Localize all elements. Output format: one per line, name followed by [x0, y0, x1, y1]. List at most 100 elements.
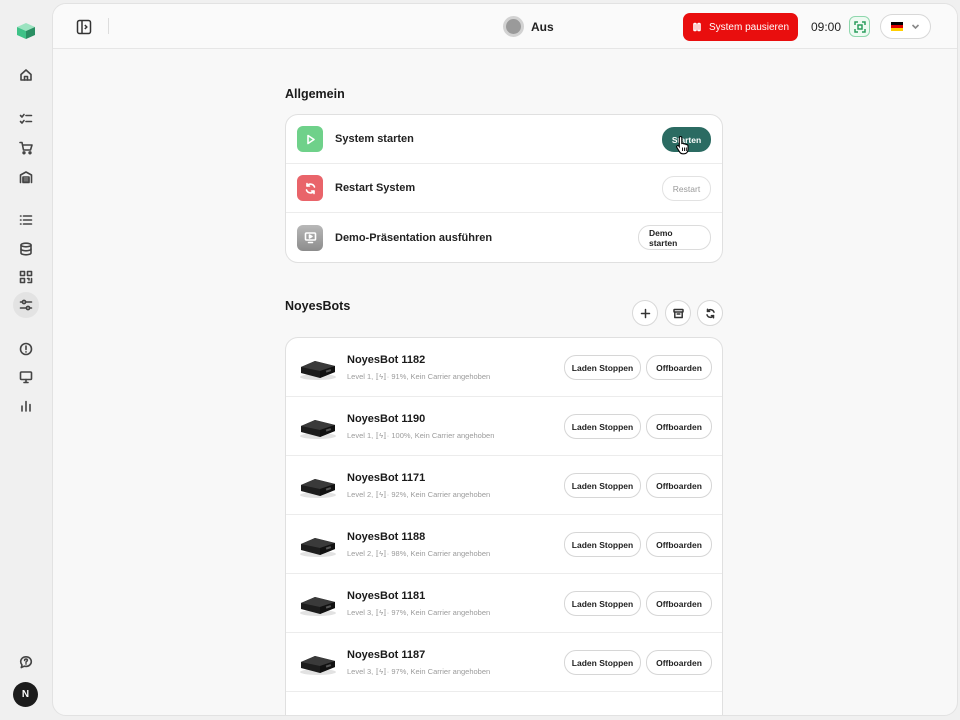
general-row-demo: Demo-Präsentation ausführen Demo starten: [286, 213, 722, 262]
offboard-button[interactable]: Offboarden: [646, 650, 712, 675]
robot-image: [300, 420, 336, 439]
avatar[interactable]: N: [13, 682, 38, 707]
refresh-icon: [705, 308, 715, 318]
offboard-button[interactable]: Offboarden: [646, 355, 712, 380]
bot-level: Level 2,: [347, 490, 374, 499]
general-row-label: System starten: [335, 133, 414, 145]
bot-status: Level 2, ⟦ϟ⟧· 98%, Kein Carrier angehobe…: [347, 549, 490, 558]
system-status: Aus: [503, 16, 554, 37]
bot-status: Level 1, ⟦ϟ⟧· 100%, Kein Carrier angehob…: [347, 431, 494, 440]
general-row-start: System starten Starten: [286, 115, 722, 164]
database-icon: [20, 242, 32, 256]
bot-name: NoyesBot 1187: [347, 649, 426, 661]
offboard-button[interactable]: Offboarden: [646, 414, 712, 439]
general-card: System starten Starten Restart System Re…: [285, 114, 723, 263]
bot-level: Level 3,: [347, 667, 374, 676]
monitor-icon: [19, 371, 33, 384]
nav-tasks[interactable]: [13, 106, 39, 132]
battery-icon: ⟦ϟ⟧·: [375, 431, 390, 440]
bot-name: NoyesBot 1171: [347, 472, 426, 484]
divider: [108, 18, 109, 34]
stop-charging-button[interactable]: Laden Stoppen: [564, 591, 641, 616]
bot-row: NoyesBot 1182 Level 1, ⟦ϟ⟧· 91%, Kein Car…: [286, 338, 722, 397]
bot-row: NoyesBot 1190 Level 1, ⟦ϟ⟧· 100%, Kein Ca…: [286, 397, 722, 456]
archive-button[interactable]: [665, 300, 691, 326]
battery-icon: ⟦ϟ⟧·: [375, 549, 390, 558]
stop-charging-button[interactable]: Laden Stoppen: [564, 414, 641, 439]
bot-row: NoyesBot 1181 Level 3, ⟦ϟ⟧· 97%, Kein Car…: [286, 574, 722, 633]
pause-icon: [693, 22, 701, 32]
pause-system-label: System pausieren: [708, 21, 790, 33]
bot-row: NoyesBot 1171 Level 2, ⟦ϟ⟧· 92%, Kein Car…: [286, 456, 722, 515]
restart-button[interactable]: Restart: [662, 176, 711, 201]
bot-battery: 91%, Kein Carrier angehoben: [391, 372, 491, 381]
pause-system-button[interactable]: System pausieren: [683, 13, 798, 41]
offboard-button[interactable]: Offboarden: [646, 591, 712, 616]
stop-charging-button[interactable]: Laden Stoppen: [564, 650, 641, 675]
warehouse-icon: [19, 171, 33, 184]
bot-level: Level 1,: [347, 372, 374, 381]
general-row-restart: Restart System Restart: [286, 164, 722, 213]
scan-button[interactable]: [849, 16, 870, 37]
stop-charging-button[interactable]: Laden Stoppen: [564, 473, 641, 498]
nav-qr[interactable]: [13, 264, 39, 290]
bots-card: NoyesBot 1182 Level 1, ⟦ϟ⟧· 91%, Kein Car…: [285, 337, 723, 715]
nav-home[interactable]: [13, 62, 39, 88]
offboard-button[interactable]: Offboarden: [646, 473, 712, 498]
sidebar-toggle-button[interactable]: [76, 19, 92, 35]
status-label: Aus: [531, 19, 554, 34]
nav-monitor[interactable]: [13, 364, 39, 390]
qr-code-icon: [19, 270, 33, 284]
section-title-general: Allgemein: [285, 87, 345, 101]
robot-image: [300, 597, 336, 616]
demo-start-button[interactable]: Demo starten: [638, 225, 711, 250]
nav-settings[interactable]: [13, 292, 39, 318]
robot-image: [300, 361, 336, 380]
scan-icon: [853, 20, 866, 33]
nav-warehouse[interactable]: [13, 164, 39, 190]
nav-help[interactable]: [13, 649, 39, 675]
stop-charging-button[interactable]: Laden Stoppen: [564, 532, 641, 557]
refresh-bots-button[interactable]: [697, 300, 723, 326]
bot-name: NoyesBot 1190: [347, 413, 426, 425]
presentation-icon: [297, 224, 323, 251]
battery-icon: ⟦ϟ⟧·: [375, 372, 390, 381]
bar-chart-icon: [21, 400, 31, 412]
nav-alerts[interactable]: [13, 336, 39, 362]
app-logo[interactable]: [16, 22, 36, 40]
robot-image: [300, 538, 336, 557]
offboard-button[interactable]: Offboarden: [646, 532, 712, 557]
status-indicator-icon: [503, 16, 524, 37]
nav-list[interactable]: [13, 207, 39, 233]
bot-row: NoyesBot 1187 Level 3, ⟦ϟ⟧· 97%, Kein Car…: [286, 633, 722, 692]
add-bot-button[interactable]: [632, 300, 658, 326]
sidebar: N: [0, 0, 52, 720]
stop-charging-button[interactable]: Laden Stoppen: [564, 355, 641, 380]
robot-image: [300, 656, 336, 675]
sidebar-toggle-icon: [76, 19, 92, 35]
bot-name: NoyesBot 1182: [347, 354, 426, 366]
bot-name: NoyesBot 1181: [347, 590, 426, 602]
bot-name: NoyesBot 1188: [347, 531, 426, 543]
general-row-label: Restart System: [335, 182, 416, 194]
nav-analytics[interactable]: [13, 393, 39, 419]
general-row-label: Demo-Präsentation ausführen: [335, 231, 493, 244]
bot-battery: 98%, Kein Carrier angehoben: [391, 549, 491, 558]
alert-circle-icon: [19, 342, 33, 356]
chevron-down-icon: [911, 24, 920, 30]
nav-orders[interactable]: [13, 135, 39, 161]
refresh-icon: [297, 175, 323, 201]
bot-row: NoyesBot 1188 Level 2, ⟦ϟ⟧· 98%, Kein Car…: [286, 515, 722, 574]
bot-battery: 97%, Kein Carrier angehoben: [391, 667, 491, 676]
bot-level: Level 3,: [347, 608, 374, 617]
bot-battery: 97%, Kein Carrier angehoben: [391, 608, 491, 617]
archive-icon: [672, 308, 684, 318]
nav-database[interactable]: [13, 236, 39, 262]
bot-status: Level 3, ⟦ϟ⟧· 97%, Kein Carrier angehobe…: [347, 667, 490, 676]
language-selector[interactable]: [880, 14, 931, 39]
help-icon: [19, 656, 33, 669]
sliders-icon: [19, 299, 33, 311]
bot-status: Level 2, ⟦ϟ⟧· 92%, Kein Carrier angehobe…: [347, 490, 490, 499]
de-flag-icon: [891, 22, 903, 31]
robot-image: [300, 479, 336, 498]
